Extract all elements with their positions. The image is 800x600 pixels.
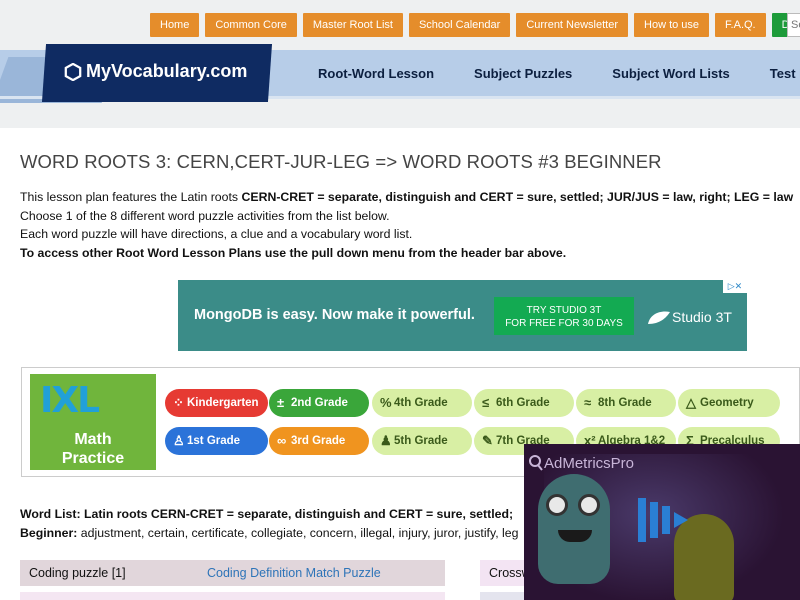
ixl-subtitle-line2: Practice [61,450,125,467]
nav-root-word-lesson[interactable]: Root-Word Lesson [318,66,434,81]
top-nav: Home Common Core Master Root List School… [150,13,800,37]
intro-line-1: This lesson plan features the Latin root… [20,188,800,207]
logo-text-group: MyVocabulary.com [64,61,247,82]
grade-label: Kindergarten [187,397,259,409]
grade-2-button[interactable]: ±2nd Grade [269,389,369,417]
leaf-icon [648,311,670,324]
intro-instructions: To access other Root Word Lesson Plans u… [20,245,567,260]
nav-faq-button[interactable]: F.A.Q. [715,13,766,37]
ad-cta-line1: TRY STUDIO 3T [526,305,602,316]
grade-8-button[interactable]: ≈8th Grade [576,389,676,417]
beginner-words: Beginner: adjustment, certain, certifica… [20,524,540,543]
logo-text: MyVocabulary.com [86,61,248,81]
word-list-heading: Word List: Latin roots CERN-CRET = separ… [20,505,540,524]
grade-label: 3rd Grade [291,435,346,447]
percent-icon: % [380,395,392,410]
ixl-logo-block[interactable]: IXL Math Practice [30,374,156,470]
mongodb-ad-banner[interactable]: MongoDB is easy. Now make it powerful. T… [178,280,747,351]
puzzle-row: Coding puzzle [1] Coding Definition Matc… [20,560,445,586]
ad-headline: MongoDB is easy. Now make it powerful. [194,307,475,323]
nav-current-newsletter-button[interactable]: Current Newsletter [516,13,629,37]
site-logo[interactable]: MyVocabulary.com [41,44,273,102]
grade-label: Geometry [700,397,754,409]
hexagon-icon [64,62,82,81]
beginner-label: Beginner: [20,526,78,540]
less-equal-icon: ≤ [482,395,490,410]
word-list-label: Word List: Latin roots CERN-CRET = separ… [20,507,514,521]
grade-label: 6th Grade [496,397,550,409]
grade-5-button[interactable]: ♟ 5th Grade [372,427,472,455]
grade-kindergarten-button[interactable]: ⁘ Kindergarten [165,389,268,417]
grade-label: 4th Grade [394,397,448,409]
puzzle-link[interactable]: Coding Definition Match Puzzle [207,560,381,586]
nav-test-prep[interactable]: Test Pre [770,66,800,81]
ad-cta-button[interactable]: TRY STUDIO 3T FOR FREE FOR 30 DAYS [494,297,634,335]
grade-label: 2nd Grade [291,397,348,409]
search-input[interactable]: Se [787,13,800,37]
approx-icon: ≈ [584,395,592,410]
adchoices-icon[interactable]: ▷✕ [723,280,747,293]
video-ad-overlay[interactable]: AdMetricsPro [524,444,800,600]
video-ad-brand-name: AdMetricsPro [544,454,635,472]
weight-icon: ♟ [380,433,392,448]
cup-icon: ♙ [173,433,185,448]
grade-6-button[interactable]: ≤6th Grade [474,389,574,417]
intro-line-4: To access other Root Word Lesson Plans u… [20,244,800,263]
puzzle-row [20,592,445,600]
ixl-subtitle: Math Practice [30,430,156,468]
triangle-icon: △ [686,395,696,410]
pencil-icon: ✎ [482,433,493,448]
ad-cta-line2: FOR FREE FOR 30 DAYS [505,318,623,329]
ad-brand-name: Studio 3T [672,309,732,325]
main-nav: Root-Word Lesson Subject Puzzles Subject… [300,50,800,96]
monster-mouth [558,530,592,542]
grade-label: 5th Grade [394,435,448,447]
grade-3-button[interactable]: ∞ 3rd Grade [269,427,369,455]
play-icon[interactable] [636,494,696,546]
nav-home-button[interactable]: Home [150,13,200,37]
geometry-button[interactable]: △ Geometry [678,389,780,417]
intro-line-2: Choose 1 of the 8 different word puzzle … [20,208,390,223]
dots-icon: ⁘ [173,395,184,410]
lesson-intro: This lesson plan features the Latin root… [20,188,800,262]
grade-label: 8th Grade [598,397,652,409]
word-list: Word List: Latin roots CERN-CRET = separ… [20,505,540,543]
nav-school-calendar-button[interactable]: School Calendar [408,13,511,37]
grade-1-button[interactable]: ♙ 1st Grade [165,427,268,455]
ixl-logo: IXL [40,380,100,421]
plus-minus-icon: ± [277,395,285,410]
nav-master-root-list-button[interactable]: Master Root List [302,13,403,37]
magnifier-icon [529,455,543,471]
nav-common-core-button[interactable]: Common Core [205,13,297,37]
grade-label: 1st Grade [187,435,241,447]
beginner-word-list: adjustment, certain, certificate, colleg… [77,526,519,540]
site-header: Home Common Core Master Root List School… [0,0,800,128]
monster-illustration [538,474,610,584]
intro-roots: CERN-CRET = separate, distinguish and CE… [241,190,794,204]
ad-brand: Studio 3T [646,308,732,326]
intro-line-3: Each word puzzle will have directions, a… [20,227,413,241]
monster-eye [546,494,568,516]
video-ad-brand: AdMetricsPro [528,454,634,472]
nav-subject-word-lists[interactable]: Subject Word Lists [612,66,730,81]
nav-how-to-use-button[interactable]: How to use [634,13,710,37]
puzzle-name: Coding puzzle [1] [29,566,126,580]
grade-4-button[interactable]: % 4th Grade [372,389,472,417]
infinity-icon: ∞ [277,433,287,448]
nav-subject-puzzles[interactable]: Subject Puzzles [474,66,572,81]
page-title: WORD ROOTS 3: CERN,CERT-JUR-LEG => WORD … [20,151,662,172]
intro-text: This lesson plan features the Latin root… [20,190,242,204]
ixl-subtitle-line1: Math [74,431,112,448]
monster-eye [578,494,600,516]
